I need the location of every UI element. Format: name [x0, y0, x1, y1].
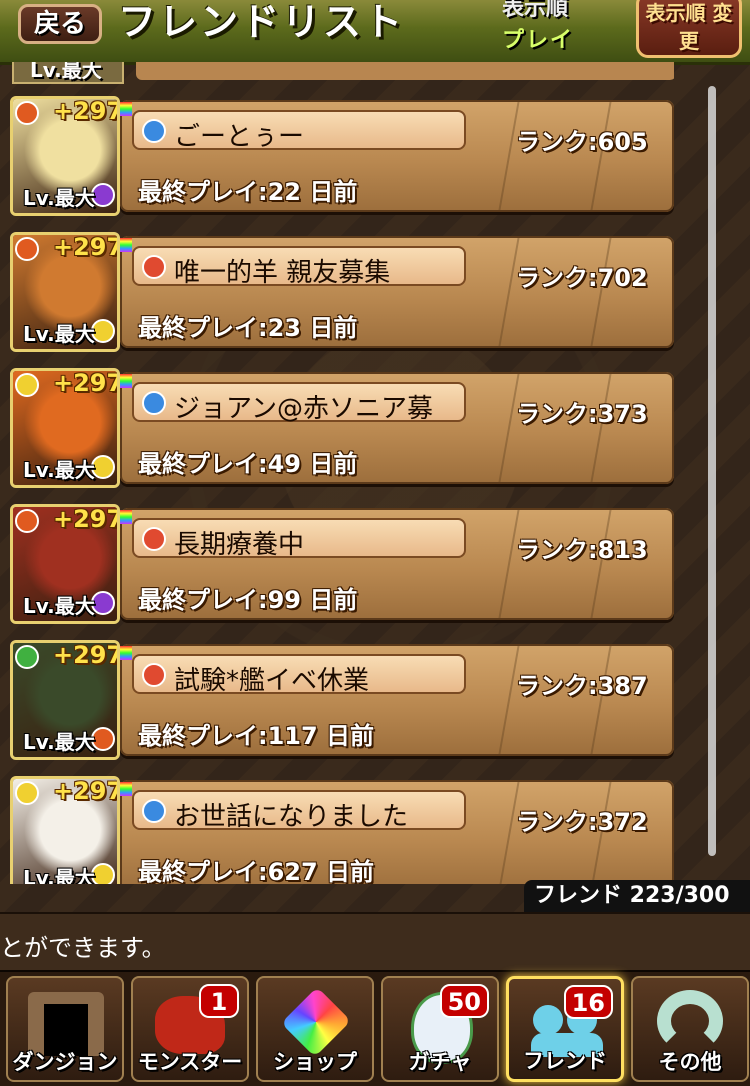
- last-play: 最終プレイ:49 日前: [138, 450, 358, 478]
- friend-rank: ランク:387: [516, 672, 648, 700]
- monster-portrait[interactable]: +297 Lv.最大: [10, 776, 120, 884]
- friend-row[interactable]: +297 Lv.最大 長期療養中 ランク:813 最終プレイ:99 日前: [8, 504, 678, 624]
- nav-button[interactable]: ガチャ 50: [381, 976, 499, 1082]
- rainbow-bonus-icon: [120, 782, 132, 796]
- back-button[interactable]: 戻る: [18, 4, 102, 44]
- partial-card: [136, 62, 674, 80]
- notification-badge: 50: [439, 984, 489, 1018]
- last-play: 最終プレイ:23 日前: [138, 314, 358, 342]
- nav-button[interactable]: フレンド 16: [506, 976, 624, 1082]
- friend-name: 試験*艦イベ休業: [174, 666, 370, 696]
- nav-label: モンスター: [137, 1050, 243, 1074]
- friend-name: ごーとぅー: [174, 122, 305, 152]
- leader-attribute-icon: [142, 391, 166, 415]
- notification-badge: 16: [563, 985, 613, 1019]
- name-plate: 唯一的羊 親友募集: [132, 246, 466, 288]
- name-plate: ごーとぅー: [132, 110, 466, 152]
- friend-row[interactable]: +297 Lv.最大 唯一的羊 親友募集 ランク:702 最終プレイ:23 日前: [8, 232, 678, 352]
- friend-list[interactable]: +297 Lv.最大 ごーとぅー ランク:605 最終プレイ:22 日前 +29…: [0, 84, 750, 884]
- last-play: 最終プレイ:22 日前: [138, 178, 358, 206]
- plus-bonus: +297: [53, 369, 120, 397]
- nav-label: フレンド: [523, 1049, 607, 1073]
- last-play: 最終プレイ:99 日前: [138, 586, 358, 614]
- friend-rank: ランク:373: [516, 400, 648, 428]
- plus-bonus: +297: [53, 641, 120, 669]
- sort-change-button[interactable]: 表示順 変更: [636, 0, 742, 58]
- level-label: Lv.最大: [23, 458, 95, 482]
- main-attribute-icon: [15, 237, 39, 261]
- friend-row[interactable]: +297 Lv.最大 試験*艦イベ休業 ランク:387 最終プレイ:117 日前: [8, 640, 678, 760]
- name-plate: ジョアン@赤ソニア募: [132, 382, 466, 424]
- main-attribute-icon: [15, 373, 39, 397]
- monster-portrait[interactable]: +297 Lv.最大: [10, 640, 120, 760]
- rainbow-bonus-icon: [120, 238, 132, 252]
- partial-row-above: Lv.最大: [12, 62, 674, 84]
- friend-row[interactable]: +297 Lv.最大 ジョアン@赤ソニア募 ランク:373 最終プレイ:49 日…: [8, 368, 678, 488]
- level-label: Lv.最大: [23, 322, 95, 346]
- friend-rank: ランク:605: [516, 128, 648, 156]
- sort-order-label: 表示順: [502, 0, 569, 21]
- leader-attribute-icon: [142, 799, 166, 823]
- monster-portrait[interactable]: +297 Lv.最大: [10, 504, 120, 624]
- plus-bonus: +297: [53, 97, 120, 125]
- nav-label: ガチャ: [408, 1050, 472, 1074]
- monster-portrait[interactable]: +297 Lv.最大: [10, 368, 120, 488]
- monster-portrait[interactable]: +297 Lv.最大: [10, 96, 120, 216]
- leader-attribute-icon: [142, 527, 166, 551]
- header-bar: 戻る フレンドリスト 表示順 プレイ 表示順 変更: [0, 0, 750, 65]
- leader-attribute-icon: [142, 255, 166, 279]
- sort-order-value: プレイ: [502, 28, 575, 53]
- main-attribute-icon: [15, 781, 39, 805]
- main-attribute-icon: [15, 101, 39, 125]
- plus-bonus: +297: [53, 233, 120, 261]
- nav-label: その他: [658, 1050, 722, 1074]
- monster-portrait[interactable]: +297 Lv.最大: [10, 232, 120, 352]
- scrollbar[interactable]: [708, 86, 716, 856]
- plus-bonus: +297: [53, 777, 120, 805]
- message-bar: とができます。: [0, 912, 750, 972]
- friend-row[interactable]: +297 Lv.最大 お世話になりました ランク:372 最終プレイ:627 日…: [8, 776, 678, 884]
- level-label: Lv.最大: [23, 866, 95, 884]
- rainbow-bonus-icon: [120, 102, 132, 116]
- rainbow-bonus-icon: [120, 646, 132, 660]
- nav-button[interactable]: ダンジョン: [6, 976, 124, 1082]
- notification-badge: 1: [199, 984, 239, 1018]
- main-attribute-icon: [15, 645, 39, 669]
- friend-name: ジョアン@赤ソニア募: [174, 394, 433, 424]
- leader-attribute-icon: [142, 119, 166, 143]
- friend-rank: ランク:372: [516, 808, 648, 836]
- friend-rank: ランク:813: [516, 536, 648, 564]
- friend-row[interactable]: +297 Lv.最大 ごーとぅー ランク:605 最終プレイ:22 日前: [8, 96, 678, 216]
- last-play: 最終プレイ:627 日前: [138, 858, 375, 884]
- level-label: Lv.最大: [23, 594, 95, 618]
- level-label: Lv.最大: [23, 186, 95, 210]
- partial-level-label: Lv.最大: [30, 62, 102, 82]
- rainbow-bonus-icon: [120, 510, 132, 524]
- sort-order-display: 表示順 プレイ: [498, 0, 630, 58]
- bottom-nav: ダンジョン モンスター 1 ショップ ガチャ 50 フレンド 16 その他: [0, 970, 750, 1086]
- plus-bonus: +297: [53, 505, 120, 533]
- nav-label: ショップ: [273, 1050, 357, 1074]
- message-text: とができます。: [0, 934, 166, 962]
- name-plate: 試験*艦イベ休業: [132, 654, 466, 696]
- rainbow-bonus-icon: [120, 374, 132, 388]
- friend-name: 唯一的羊 親友募集: [174, 258, 391, 288]
- friend-name: 長期療養中: [174, 530, 305, 560]
- nav-button[interactable]: その他: [631, 976, 749, 1082]
- page-title: フレンドリスト: [118, 0, 406, 44]
- nav-button[interactable]: モンスター 1: [131, 976, 249, 1082]
- nav-button[interactable]: ショップ: [256, 976, 374, 1082]
- main-attribute-icon: [15, 509, 39, 533]
- nav-label: ダンジョン: [12, 1050, 118, 1074]
- level-label: Lv.最大: [23, 730, 95, 754]
- name-plate: お世話になりました: [132, 790, 466, 832]
- app-screen: 戻る フレンドリスト 表示順 プレイ 表示順 変更 Lv.最大 +297 Lv.…: [0, 0, 750, 1086]
- friend-name: お世話になりました: [174, 802, 409, 832]
- friend-rank: ランク:702: [516, 264, 648, 292]
- name-plate: 長期療養中: [132, 518, 466, 560]
- leader-attribute-icon: [142, 663, 166, 687]
- friend-count-badge: フレンド 223/300: [524, 880, 750, 912]
- last-play: 最終プレイ:117 日前: [138, 722, 375, 750]
